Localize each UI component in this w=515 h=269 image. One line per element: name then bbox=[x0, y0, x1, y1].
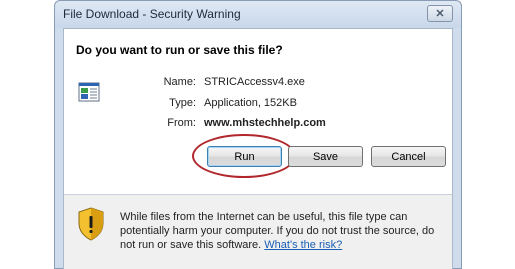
file-name-value: STRICAccessv4.exe bbox=[204, 76, 305, 88]
run-button[interactable]: Run bbox=[207, 146, 282, 167]
type-label: Type: bbox=[169, 97, 196, 109]
name-label: Name: bbox=[163, 76, 196, 88]
dialog-question: Do you want to run or save this file? bbox=[76, 43, 283, 57]
file-source-value: www.mhstechhelp.com bbox=[204, 117, 326, 129]
security-shield-warning-icon bbox=[78, 207, 104, 241]
application-file-icon bbox=[78, 82, 100, 102]
from-label: From: bbox=[167, 117, 196, 129]
file-type-value: Application, 152KB bbox=[204, 97, 297, 109]
close-icon: ✕ bbox=[435, 8, 445, 20]
file-download-dialog: File Download - Security Warning ✕ Do yo… bbox=[54, 0, 462, 269]
whats-the-risk-link[interactable]: What's the risk? bbox=[264, 239, 342, 251]
title-bar[interactable]: File Download - Security Warning ✕ bbox=[55, 1, 461, 28]
save-button[interactable]: Save bbox=[288, 146, 363, 167]
close-button[interactable]: ✕ bbox=[427, 5, 453, 22]
cancel-button[interactable]: Cancel bbox=[371, 146, 446, 167]
warning-text: While files from the Internet can be use… bbox=[120, 210, 448, 252]
window-title: File Download - Security Warning bbox=[63, 7, 241, 21]
